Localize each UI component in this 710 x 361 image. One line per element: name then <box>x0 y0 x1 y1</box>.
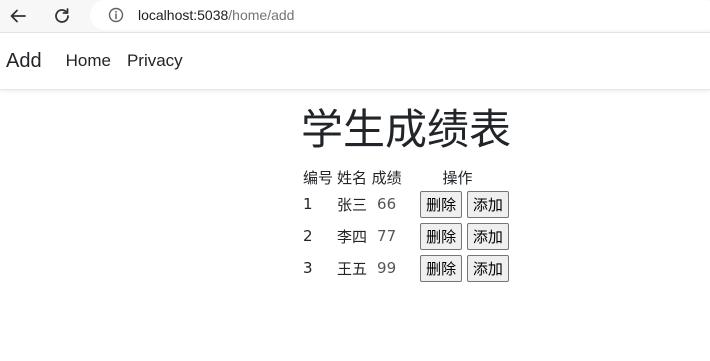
cell-score: 77 <box>377 227 397 245</box>
main-content: 学生成绩表 编号 姓名 成绩 操作 1 张三 66 删除 添加 2 李四 77 … <box>301 104 511 284</box>
page-title: 学生成绩表 <box>301 105 512 154</box>
browser-toolbar: localhost:5038/home/add <box>0 0 710 33</box>
site-navbar: Add Home Privacy <box>0 33 710 90</box>
header-id: 编号 <box>303 168 334 187</box>
reload-icon <box>55 8 69 23</box>
score-table: 编号 姓名 成绩 操作 1 张三 66 删除 添加 2 李四 77 删除 添加 … <box>301 166 511 284</box>
cell-actions: 删除 添加 <box>404 188 511 220</box>
delete-button[interactable]: 删除 <box>420 254 463 282</box>
add-button[interactable]: 添加 <box>466 254 509 282</box>
reload-button[interactable] <box>50 4 74 28</box>
back-button[interactable] <box>6 4 30 28</box>
delete-button[interactable]: 删除 <box>420 190 463 218</box>
url-host: localhost:5038 <box>138 7 229 23</box>
address-bar[interactable]: localhost:5038/home/add <box>90 0 710 30</box>
table-header-row: 编号 姓名 成绩 操作 <box>301 166 511 188</box>
header-actions: 操作 <box>442 168 473 187</box>
table-row: 3 王五 99 删除 添加 <box>301 252 511 284</box>
cell-actions: 删除 添加 <box>404 220 511 252</box>
table-row: 1 张三 66 删除 添加 <box>301 188 511 220</box>
url-text: localhost:5038/home/add <box>138 7 294 23</box>
nav-link-privacy[interactable]: Privacy <box>127 51 183 71</box>
header-name: 姓名 <box>337 168 368 187</box>
cell-name: 李四 <box>337 227 368 246</box>
url-path: /home/add <box>228 7 295 23</box>
navbar-brand[interactable]: Add <box>6 50 42 73</box>
info-icon[interactable] <box>106 5 126 25</box>
arrow-left-icon <box>10 9 26 23</box>
cell-id: 2 <box>303 227 313 245</box>
cell-id: 3 <box>303 259 313 277</box>
nav-link-home[interactable]: Home <box>66 51 111 71</box>
add-button[interactable]: 添加 <box>466 190 509 218</box>
header-score: 成绩 <box>371 168 402 187</box>
cell-actions: 删除 添加 <box>404 252 511 284</box>
delete-button[interactable]: 删除 <box>420 222 463 250</box>
cell-score: 66 <box>377 195 397 213</box>
cell-name: 张三 <box>337 195 368 214</box>
cell-score: 99 <box>377 259 397 277</box>
cell-name: 王五 <box>337 259 368 278</box>
table-row: 2 李四 77 删除 添加 <box>301 220 511 252</box>
cell-id: 1 <box>303 195 313 213</box>
add-button[interactable]: 添加 <box>466 222 509 250</box>
